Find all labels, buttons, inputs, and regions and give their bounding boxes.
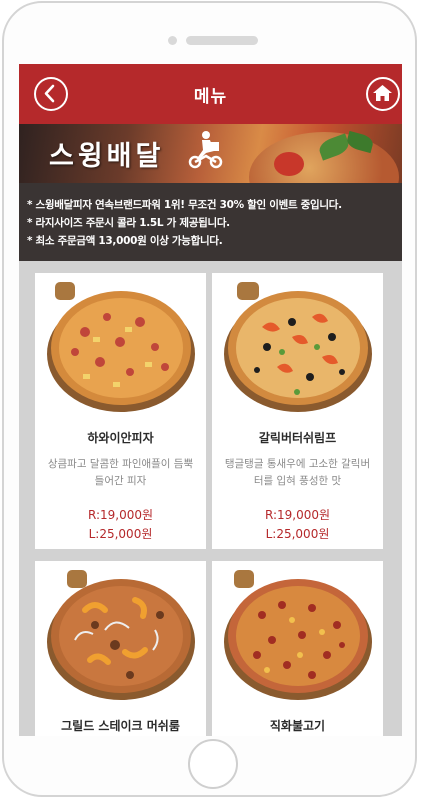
- menu-item-price-regular: R:19,000원: [87, 508, 154, 522]
- steak-mushroom-pizza-image: [47, 570, 195, 700]
- home-icon: [373, 85, 392, 101]
- speaker-grille: [186, 36, 258, 45]
- menu-card-grilled-steak-mushroom[interactable]: 그릴드 스테이크 머쉬룸: [35, 561, 206, 736]
- hawaiian-pizza-image: [47, 282, 195, 412]
- app-screen: 메뉴 스윙배달 * 스윙배달피자 연속브랜드파워 1위! 무조건 30% 할인 …: [19, 64, 402, 736]
- menu-item-price-large: L:25,000원: [88, 527, 153, 541]
- garlic-shrimp-pizza-image: [224, 282, 372, 412]
- menu-item-desc: 상큼파고 달콤한 파인애플이 듬뿍 들어간 피자: [47, 458, 194, 487]
- banner-tomato: [274, 152, 304, 176]
- menu-card-hawaiian[interactable]: 하와이안피자 상큼파고 달콤한 파인애플이 듬뿍 들어간 피자 R:19,000…: [35, 273, 206, 549]
- promo-banner: 스윙배달: [19, 124, 402, 183]
- home-button[interactable]: [366, 77, 400, 111]
- camera-dot: [168, 36, 177, 45]
- phone-home-button[interactable]: [188, 739, 238, 789]
- page-title: 메뉴: [193, 87, 228, 107]
- menu-item-name: 그릴드 스테이크 머쉬룸: [61, 719, 180, 733]
- menu-item-name: 하와이안피자: [87, 431, 154, 445]
- notice-box: * 스윙배달피자 연속브랜드파워 1위! 무조건 30% 할인 이벤트 중입니다…: [19, 183, 402, 261]
- menu-card-garlic-shrimp[interactable]: 갈릭버터쉬림프 탱글탱글 통새우에 고소한 갈릭버터를 입혀 풍성한 맛 R:1…: [212, 273, 383, 549]
- banner-title: 스윙배달: [49, 141, 165, 172]
- notice-line: * 스윙배달피자 연속브랜드파워 1위! 무조건 30% 할인 이벤트 중입니다…: [27, 199, 342, 211]
- top-bar: 메뉴: [19, 64, 402, 124]
- menu-item-desc: 탱글탱글 통새우에 고소한 갈릭버터를 입혀 풍성한 맛: [224, 458, 371, 487]
- delivery-rider-icon: [188, 131, 223, 169]
- bulgogi-pizza-image: [224, 570, 372, 700]
- menu-item-price-large: L:25,000원: [265, 527, 330, 541]
- menu-item-name: 갈릭버터쉬림프: [258, 431, 337, 445]
- notice-line: * 최소 주문금액 13,000원 이상 가능합니다.: [27, 235, 223, 247]
- menu-item-price-regular: R:19,000원: [264, 508, 331, 522]
- menu-card-bulgogi[interactable]: 직화불고기: [212, 561, 383, 736]
- menu-item-name: 직화불고기: [269, 719, 326, 733]
- notice-line: * 라지사이즈 주문시 콜라 1.5L 가 제공됩니다.: [27, 217, 230, 229]
